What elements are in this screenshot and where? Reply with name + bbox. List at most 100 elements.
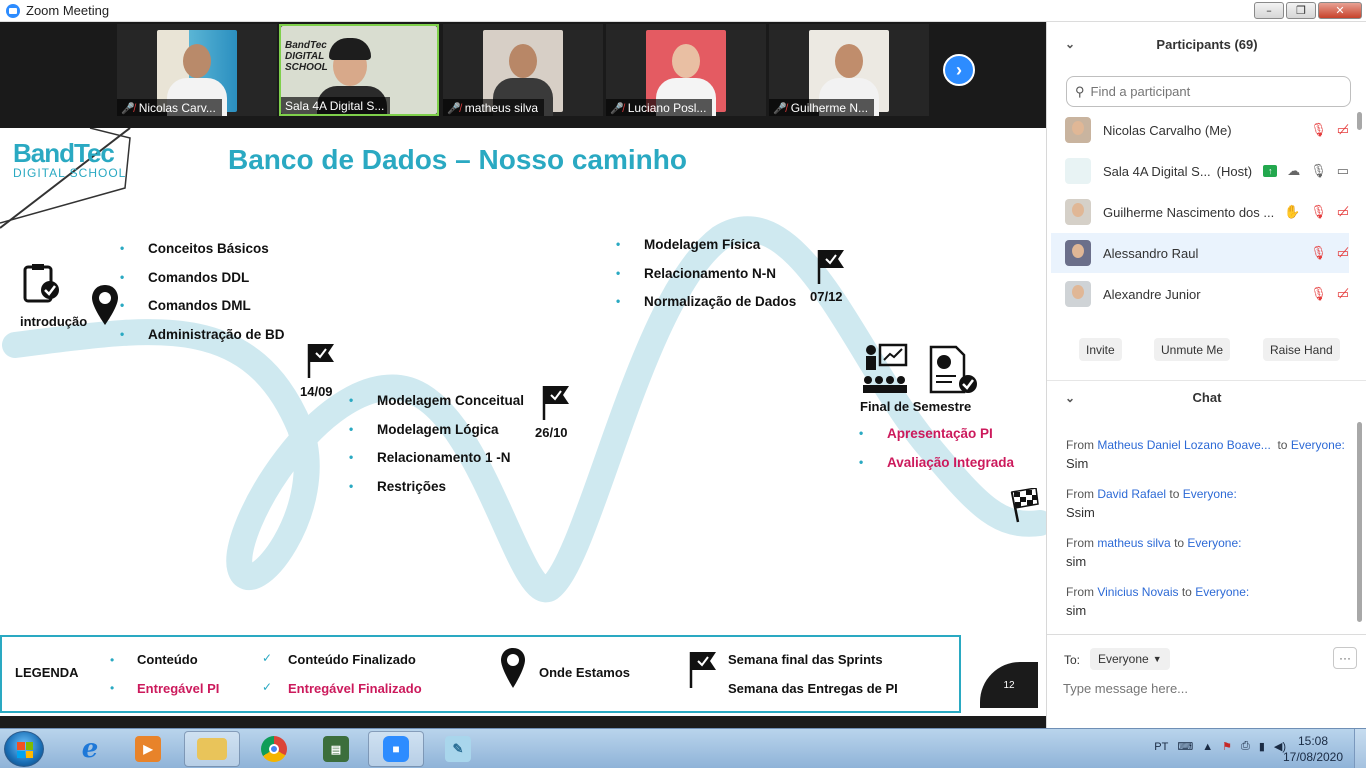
check-icon: ✓ <box>262 651 273 665</box>
close-button[interactable]: ✕ <box>1318 2 1362 19</box>
chat-recipient[interactable]: Everyone: <box>1187 536 1241 550</box>
clock-time: 15:08 <box>1297 734 1329 748</box>
mic-muted-icon: 🎤̸ <box>447 102 461 115</box>
scroll-thumb[interactable] <box>1357 112 1362 130</box>
signal-icon[interactable]: ▮ <box>1259 740 1265 753</box>
taskbar-clock[interactable]: 15:08 17/08/2020 <box>1282 733 1344 765</box>
topic-item: • Apresentação PI <box>859 426 993 441</box>
bullet-icon: • <box>120 326 125 341</box>
system-tray: PT ⌨ ▲ ⚑ ⎙ ▮ ◀) <box>1154 740 1286 753</box>
participant-status: ✋ 🎙 ▭̸ <box>1284 204 1349 220</box>
chat-scrollbar[interactable] <box>1356 422 1363 630</box>
participant-status: 🎙 ▭̸ <box>1310 122 1349 138</box>
chat-message-input[interactable] <box>1063 677 1353 699</box>
windows-taskbar: e ▶ ▤ ■ ✎ PT ⌨ ▲ ⚑ ⎙ ▮ ◀) 15:08 17/08/20… <box>0 728 1366 768</box>
video-tile[interactable]: 🎤̸ Guilherme N... <box>769 24 929 116</box>
unmute-me-button[interactable]: Unmute Me <box>1154 338 1231 361</box>
taskbar-chrome[interactable] <box>246 731 302 767</box>
next-videos-button[interactable]: › <box>943 54 975 86</box>
chat-recipient[interactable]: Everyone: <box>1195 585 1249 599</box>
restore-button[interactable]: ❐ <box>1286 2 1316 19</box>
location-pin-icon <box>92 285 118 325</box>
video-tile[interactable]: 🎤̸ matheus silva <box>443 24 603 116</box>
recipient-value: Everyone <box>1098 652 1149 666</box>
participant-search[interactable]: ⚲ <box>1066 76 1351 107</box>
chat-message-meta: From David Rafael to Everyone: <box>1066 487 1237 501</box>
participant-row[interactable]: Alessandro Raul 🎙 ▭̸ <box>1051 233 1349 273</box>
collapse-chevron-icon[interactable]: ⌄ <box>1065 391 1075 405</box>
chat-sender[interactable]: Vinicius Novais <box>1097 585 1178 599</box>
video-tile[interactable]: 🎤̸ Nicolas Carv... <box>117 24 277 116</box>
chat-sender[interactable]: Matheus Daniel Lozano Boave... <box>1097 438 1270 452</box>
mic-muted-icon: 🎤̸ <box>773 102 787 115</box>
chat-message-text: sim <box>1066 554 1087 569</box>
show-hidden-icons-icon[interactable]: ▲ <box>1202 741 1213 753</box>
taskbar-notepad[interactable]: ✎ <box>430 731 486 767</box>
tile-name-bar: Sala 4A Digital S... <box>281 97 391 114</box>
chat-more-button[interactable]: ··· <box>1333 647 1357 669</box>
bullet-icon: • <box>859 426 864 440</box>
cloud-icon: ☁ <box>1287 163 1301 178</box>
taskbar-zoom[interactable]: ■ <box>368 731 424 767</box>
taskbar-system-monitor[interactable]: ▤ <box>308 731 364 767</box>
taskbar-file-explorer[interactable] <box>184 731 240 767</box>
chat-sender[interactable]: David Rafael <box>1097 487 1166 501</box>
video-tile[interactable]: 🎤̸ Luciano Posl... <box>606 24 766 116</box>
raise-hand-button[interactable]: Raise Hand <box>1263 338 1340 361</box>
show-desktop-button[interactable] <box>1354 729 1366 768</box>
chat-sender[interactable]: matheus silva <box>1097 536 1170 550</box>
network-device-icon[interactable]: ⎙ <box>1241 740 1250 753</box>
scroll-thumb[interactable] <box>1357 422 1362 622</box>
keyboard-icon[interactable]: ⌨ <box>1177 740 1193 753</box>
participant-search-input[interactable] <box>1090 84 1331 99</box>
checklist-icon <box>23 264 59 303</box>
bullet-icon: • <box>349 421 354 436</box>
topic-item: • Conceitos Básicos <box>120 241 269 256</box>
taskbar-internet-explorer[interactable]: e <box>62 731 118 767</box>
taskbar-media-player[interactable]: ▶ <box>120 731 176 767</box>
bandtec-logo: BandTec DIGITAL SCHOOL <box>13 140 126 180</box>
chat-message: From Vinicius Novais to Everyone: sim <box>1066 585 1351 618</box>
language-indicator[interactable]: PT <box>1154 741 1168 753</box>
participant-row[interactable]: Guilherme Nascimento dos ... ✋ 🎙 ▭̸ <box>1051 192 1349 232</box>
participants-scrollbar[interactable] <box>1356 112 1363 322</box>
action-center-icon[interactable]: ⚑ <box>1222 740 1232 753</box>
start-label: introdução <box>20 314 88 329</box>
bullet-icon: • <box>349 450 354 464</box>
participant-row[interactable]: Alexandre Junior 🎙 ▭̸ <box>1051 274 1349 314</box>
logo-line2: DIGITAL SCHOOL <box>13 166 127 180</box>
chat-message-meta: From Matheus Daniel Lozano Boave... to E… <box>1066 438 1345 452</box>
topics-group-2: • Modelagem Conceitual • Modelagem Lógica … <box>349 393 524 507</box>
flag-check-icon <box>817 250 844 284</box>
milestone-date-3: 07/12 <box>810 289 843 304</box>
report-check-icon <box>929 345 977 394</box>
slide-legend: LEGENDA • Conteúdo • Entregável PI ✓ Con… <box>0 635 961 713</box>
participant-actions: Invite Unmute Me Raise Hand <box>1047 338 1366 362</box>
chat-message-meta: From matheus silva to Everyone: <box>1066 536 1242 550</box>
tile-name: Luciano Posl... <box>627 101 707 115</box>
collapse-chevron-icon[interactable]: ⌄ <box>1065 37 1075 51</box>
chat-recipient[interactable]: Everyone: <box>1183 487 1237 501</box>
participant-status: 🎙 ▭̸ <box>1310 286 1349 302</box>
minimize-button[interactable]: – <box>1254 2 1284 19</box>
side-panel: ⌄ Participants (69) ⚲ Nicolas Carvalho (… <box>1046 22 1366 728</box>
participant-row[interactable]: Nicolas Carvalho (Me) 🎙 ▭̸ <box>1051 110 1349 150</box>
logo-line1: BandTec <box>13 138 115 168</box>
mic-muted-icon: 🎤̸ <box>610 102 624 115</box>
invite-button[interactable]: Invite <box>1079 338 1122 361</box>
topic-item: • Administração de BD <box>120 326 285 342</box>
recipient-select[interactable]: Everyone ▼ <box>1090 648 1170 670</box>
zoom-window: Zoom Meeting – ❐ ✕ 🎤̸ Nicolas Carv... Ba… <box>0 0 1366 768</box>
chat-message: From David Rafael to Everyone: Ssim <box>1066 487 1351 520</box>
chat-message-text: Ssim <box>1066 505 1095 520</box>
chat-recipient[interactable]: Everyone: <box>1291 438 1345 452</box>
slide-bottom-bar <box>0 716 1046 728</box>
video-tile-active-speaker[interactable]: BandTec DIGITAL SCHOOL Sala 4A Digital S… <box>279 24 439 116</box>
start-button[interactable] <box>4 731 44 767</box>
media-player-icon: ▶ <box>135 736 161 762</box>
tile-name-bar: 🎤̸ Nicolas Carv... <box>117 99 222 116</box>
topic-item: • Modelagem Conceitual <box>349 393 525 408</box>
participant-row[interactable]: Sala 4A Digital S... (Host) ↑ ☁ 🎙 ▭ <box>1051 151 1349 191</box>
video-on-icon: ▭ <box>1336 163 1349 178</box>
mic-on-icon: 🎙 <box>1310 163 1327 178</box>
